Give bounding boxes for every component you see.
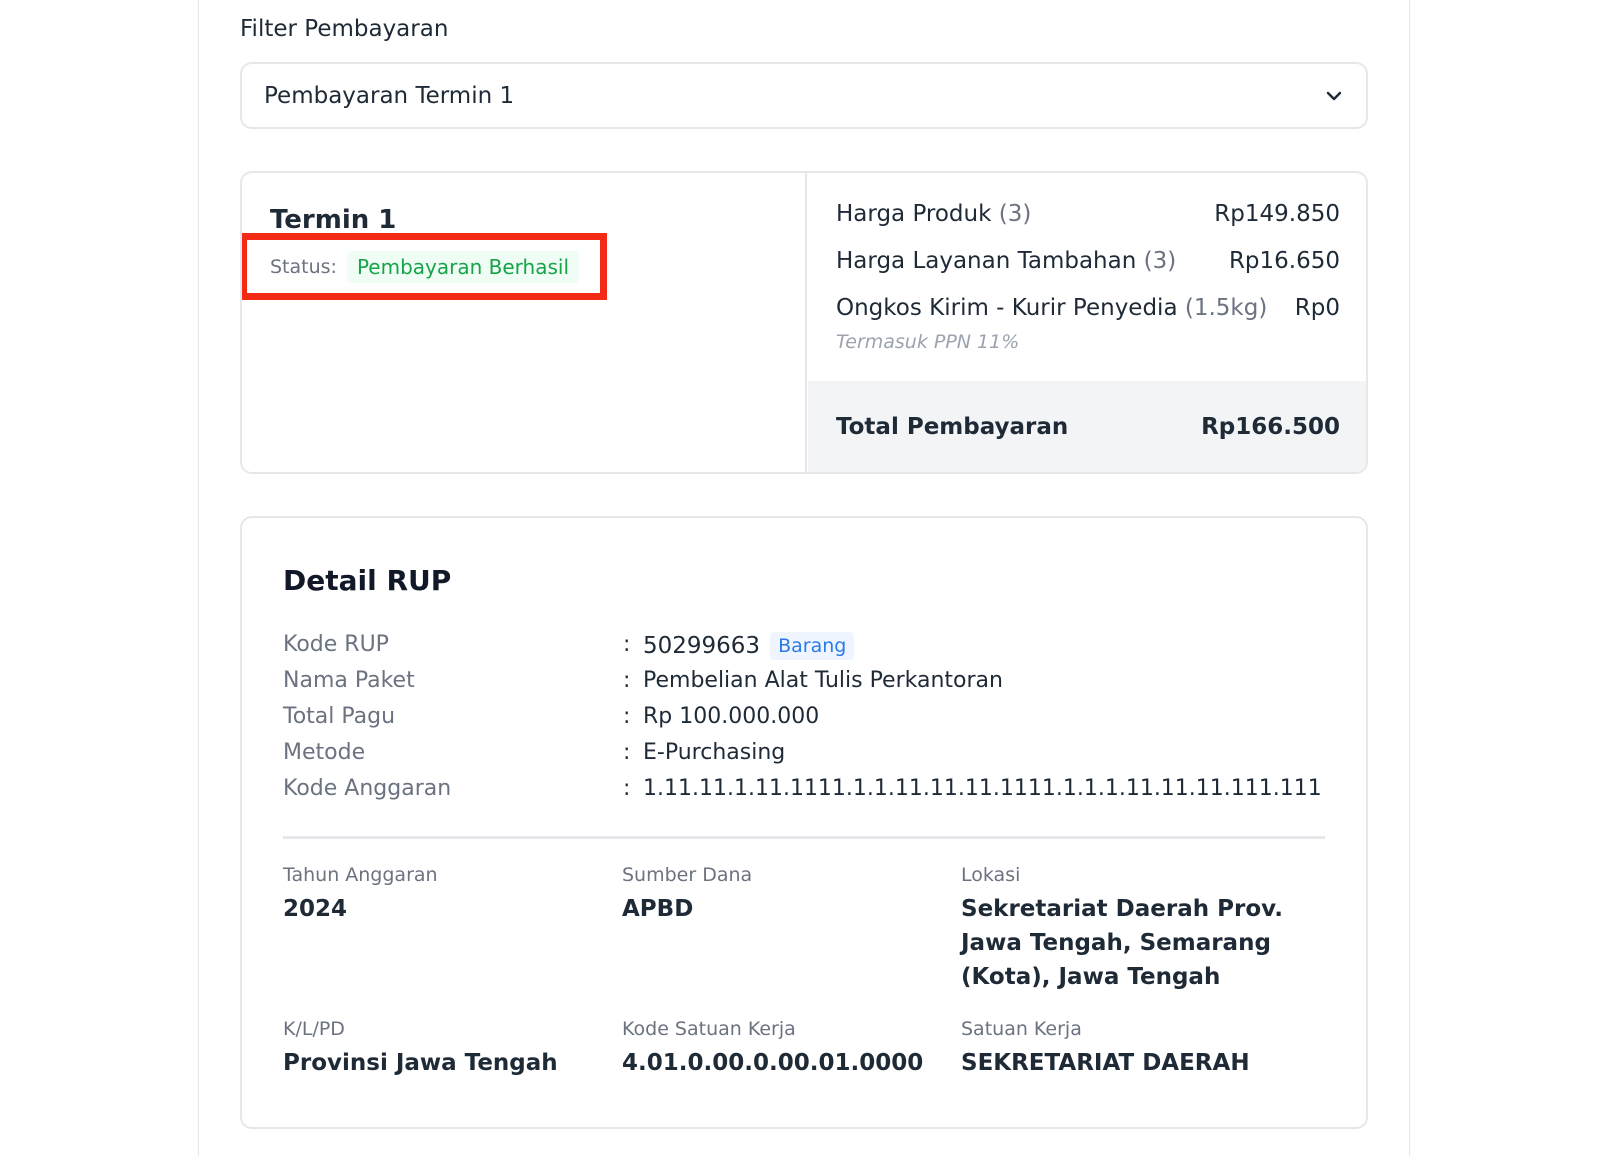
price-value: Rp149.850 (1214, 201, 1340, 227)
category-badge: Barang (770, 632, 855, 660)
rup-value-group: 50299663 Barang (643, 632, 855, 660)
price-value: Rp0 (1294, 295, 1340, 321)
rup-colon: : (623, 668, 631, 693)
price-label: Harga Produk (836, 201, 992, 227)
rup-row-total-pagu: Total Pagu : Rp 100.000.000 (283, 704, 1323, 740)
info-value: 4.01.0.00.0.00.01.0000 (622, 1050, 924, 1076)
info-label: Satuan Kerja (961, 1018, 1082, 1040)
price-row-layanan: Harga Layanan Tambahan (3) Rp16.650 (836, 248, 1340, 274)
termin-summary: Termin 1 Status: Pembayaran Berhasil (242, 173, 807, 472)
highlight-annotation (242, 233, 607, 300)
info-sumber-dana: Sumber Dana APBD (622, 864, 922, 926)
detail-rup-card: Detail RUP Kode RUP : 50299663 Barang Na… (240, 516, 1368, 1129)
rup-key: Metode (283, 740, 366, 765)
rup-value: Pembelian Alat Tulis Perkantoran (643, 668, 1003, 693)
rup-kode-value: 50299663 (643, 633, 761, 659)
rup-title: Detail RUP (283, 564, 452, 597)
price-row-produk: Harga Produk (3) Rp149.850 (836, 201, 1340, 227)
rup-colon: : (623, 704, 631, 729)
info-label: Kode Satuan Kerja (622, 1018, 796, 1040)
rup-value: Rp 100.000.000 (643, 704, 820, 729)
info-tahun-anggaran: Tahun Anggaran 2024 (283, 864, 583, 926)
rup-value: 1.11.11.1.11.1111.1.1.11.11.11.1111.1.1.… (643, 776, 1322, 801)
info-kode-satuan-kerja: Kode Satuan Kerja 4.01.0.00.0.00.01.0000 (622, 1018, 924, 1080)
info-label: K/L/PD (283, 1018, 345, 1040)
rup-row-metode: Metode : E-Purchasing (283, 740, 1323, 776)
price-label: Ongkos Kirim - Kurir Penyedia (836, 295, 1178, 321)
info-label: Tahun Anggaran (283, 864, 438, 886)
info-klpd: K/L/PD Provinsi Jawa Tengah (283, 1018, 583, 1080)
chevron-down-icon (1326, 91, 1342, 101)
info-value: APBD (622, 896, 694, 922)
rup-key: Nama Paket (283, 668, 415, 693)
termin-card: Termin 1 Status: Pembayaran Berhasil Har… (240, 171, 1368, 474)
price-qty: (3) (1143, 248, 1177, 274)
price-value: Rp16.650 (1228, 248, 1340, 274)
rup-value: E-Purchasing (643, 740, 786, 765)
rup-colon: : (623, 776, 631, 801)
info-value: 2024 (283, 896, 348, 922)
total-bar: Total Pembayaran Rp166.500 (808, 381, 1366, 472)
rup-colon: : (623, 632, 631, 657)
rup-key: Kode Anggaran (283, 776, 452, 801)
info-label: Lokasi (961, 864, 1021, 886)
rup-row-kode-anggaran: Kode Anggaran : 1.11.11.1.11.1111.1.1.11… (283, 776, 1323, 812)
rup-key: Total Pagu (283, 704, 396, 729)
price-label: Harga Layanan Tambahan (836, 248, 1137, 274)
ppn-note: Termasuk PPN 11% (836, 331, 1020, 353)
price-breakdown: Harga Produk (3) Rp149.850 Harga Layanan… (808, 173, 1366, 472)
rup-key: Kode RUP (283, 632, 389, 657)
info-lokasi: Lokasi Sekretariat Daerah Prov. Jawa Ten… (961, 864, 1291, 994)
price-qty: (3) (998, 201, 1032, 227)
price-row-ongkir: Ongkos Kirim - Kurir Penyedia (1.5kg) Rp… (836, 295, 1340, 321)
rup-row-nama-paket: Nama Paket : Pembelian Alat Tulis Perkan… (283, 668, 1323, 704)
divider (283, 836, 1325, 839)
price-qty: (1.5kg) (1184, 295, 1268, 321)
rup-row-kode: Kode RUP : 50299663 Barang (283, 632, 1323, 668)
total-label: Total Pembayaran (836, 413, 1069, 440)
info-value: Sekretariat Daerah Prov. Jawa Tengah, Se… (961, 896, 1283, 990)
info-value: SEKRETARIAT DAERAH (961, 1050, 1250, 1076)
filter-payment-select[interactable]: Pembayaran Termin 1 (240, 62, 1368, 129)
filter-label: Filter Pembayaran (240, 16, 449, 42)
info-value: Provinsi Jawa Tengah (283, 1050, 558, 1076)
termin-title: Termin 1 (270, 205, 397, 235)
info-satuan-kerja: Satuan Kerja SEKRETARIAT DAERAH (961, 1018, 1291, 1080)
filter-selected-value: Pembayaran Termin 1 (264, 82, 515, 109)
total-value: Rp166.500 (1201, 413, 1340, 440)
info-label: Sumber Dana (622, 864, 753, 886)
rup-colon: : (623, 740, 631, 765)
